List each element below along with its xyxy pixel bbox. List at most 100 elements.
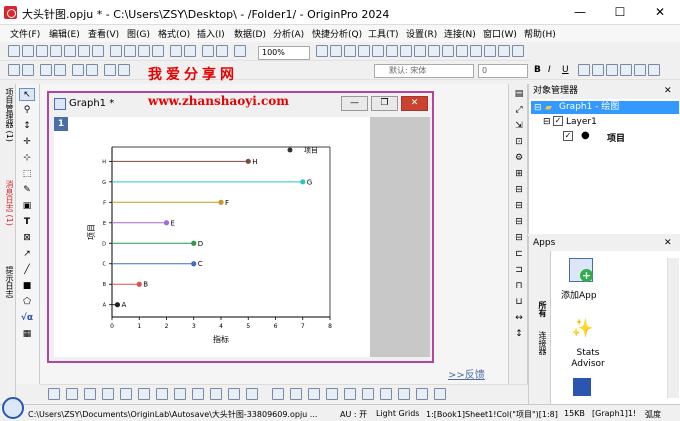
area-plot-icon[interactable]: [138, 388, 150, 400]
fit-page-icon[interactable]: ⊡: [511, 136, 527, 149]
extract-icon[interactable]: ⇲: [511, 120, 527, 133]
menu-analysis[interactable]: 分析(A): [273, 27, 304, 40]
zoom-select[interactable]: 100%: [258, 46, 310, 60]
search-icon[interactable]: [2, 397, 24, 419]
same-height-icon[interactable]: ↕: [511, 328, 527, 341]
line-plot-icon[interactable]: [48, 388, 60, 400]
align-text-center-icon[interactable]: [290, 388, 302, 400]
pointer-tool-icon[interactable]: ↖: [19, 88, 35, 101]
menu-insert[interactable]: 插入(I): [197, 27, 225, 40]
plot-setup-icon[interactable]: [470, 45, 482, 57]
menu-view[interactable]: 查看(V): [88, 27, 119, 40]
results-log-icon[interactable]: [386, 45, 398, 57]
superscript-icon[interactable]: [578, 64, 590, 76]
project-explorer-icon[interactable]: [400, 45, 412, 57]
command-window-icon[interactable]: [358, 45, 370, 57]
feedback-link[interactable]: >>反馈: [448, 366, 485, 381]
line-style-icon[interactable]: [344, 388, 356, 400]
back-icon[interactable]: [8, 64, 20, 76]
code-builder-icon[interactable]: [372, 45, 384, 57]
legend-symbol[interactable]: [287, 147, 293, 153]
add-app-label[interactable]: 添加App: [561, 288, 597, 301]
greek-icon[interactable]: [606, 64, 618, 76]
timestamp-icon[interactable]: [498, 45, 510, 57]
menu-edit[interactable]: 编辑(E): [49, 27, 80, 40]
apps-icon[interactable]: [414, 45, 426, 57]
new-project-icon[interactable]: [8, 45, 20, 57]
layer-checkbox[interactable]: ✓: [553, 116, 563, 126]
unmask-icon[interactable]: [54, 64, 66, 76]
stats-advisor-label[interactable]: Stats Advisor: [563, 348, 613, 370]
lollipop-point[interactable]: [163, 220, 170, 226]
lollipop-point[interactable]: [245, 158, 251, 164]
menu-help[interactable]: 帮助(H): [524, 27, 556, 40]
column-plot-icon[interactable]: [102, 388, 114, 400]
legend-label[interactable]: 项目: [304, 147, 318, 155]
menu-settings[interactable]: 设置(R): [406, 27, 437, 40]
script-window-icon[interactable]: [344, 45, 356, 57]
tree-item-graph[interactable]: Graph1 - 绘图: [531, 101, 679, 114]
align-left-icon[interactable]: ⊏: [511, 248, 527, 261]
sort-icon[interactable]: [72, 64, 84, 76]
multi-panel-icon[interactable]: [228, 388, 240, 400]
align-top-icon[interactable]: ⊓: [511, 280, 527, 293]
status-angle-unit[interactable]: 弧度: [645, 409, 661, 420]
status-grid[interactable]: Light Grids: [376, 409, 419, 418]
graph-restore-button[interactable]: ❐: [371, 96, 398, 111]
new-graph-icon[interactable]: [36, 45, 48, 57]
menu-format[interactable]: 格式(O): [158, 27, 190, 40]
color-scale-icon[interactable]: [512, 45, 524, 57]
graph-close-button[interactable]: ✕: [401, 96, 428, 111]
refresh-icon[interactable]: [316, 45, 328, 57]
tab-project-explorer[interactable]: 项目管理器 (1): [2, 88, 14, 142]
contour-plot-icon[interactable]: [192, 388, 204, 400]
duplicate-icon[interactable]: [330, 45, 342, 57]
font-size-select[interactable]: 0: [478, 64, 528, 78]
template-library-icon[interactable]: [246, 388, 258, 400]
new-workbook-icon[interactable]: [22, 45, 34, 57]
polygon-tool-icon[interactable]: ⬠: [19, 296, 35, 309]
layer-content-icon[interactable]: [456, 45, 468, 57]
align-bottom-icon[interactable]: ⊔: [511, 296, 527, 309]
save-icon[interactable]: [170, 45, 182, 57]
menu-tools[interactable]: 工具(T): [368, 27, 399, 40]
scale-tool-icon[interactable]: ↕: [19, 120, 35, 133]
bar-plot-icon[interactable]: [120, 388, 132, 400]
tab-all-apps[interactable]: 所有: [535, 301, 547, 317]
menu-graph[interactable]: 图(G): [127, 27, 150, 40]
app-icon[interactable]: [573, 378, 591, 396]
lollipop-point[interactable]: [114, 302, 121, 308]
layer-number-badge[interactable]: 1: [54, 117, 68, 131]
add-right-y-icon[interactable]: ⊟: [511, 232, 527, 245]
align-text-left-icon[interactable]: [272, 388, 284, 400]
bold-button[interactable]: B: [534, 65, 541, 75]
graph-window[interactable]: Graph1 * — ❐ ✕ 0 1 2 3 4 5 6 7 8 A A B B C C D D E E F F G G H H…: [47, 91, 434, 363]
open-code-icon[interactable]: [152, 45, 164, 57]
x-axis-title[interactable]: 指标: [213, 334, 229, 344]
mask-icon[interactable]: [40, 64, 52, 76]
legend-icon[interactable]: [484, 45, 496, 57]
y-axis-title[interactable]: 项目: [87, 224, 96, 240]
lollipop-point[interactable]: [191, 240, 197, 246]
add-top-x-icon[interactable]: ⊟: [511, 200, 527, 213]
import-wizard-icon[interactable]: [216, 45, 228, 57]
same-width-icon[interactable]: ↔: [511, 312, 527, 325]
line-tool-icon[interactable]: ╱: [19, 264, 35, 277]
line-color-icon[interactable]: [326, 388, 338, 400]
plot-checkbox[interactable]: ✓: [563, 131, 573, 141]
lock-icon[interactable]: [104, 64, 116, 76]
import-icon[interactable]: [202, 45, 214, 57]
collapse-layer-icon[interactable]: ⊟: [543, 117, 551, 127]
maximize-button[interactable]: ☐: [600, 3, 640, 22]
graph-minimize-button[interactable]: —: [341, 96, 368, 111]
lollipop-point[interactable]: [136, 281, 142, 287]
new-function-icon[interactable]: [92, 45, 104, 57]
annotation-tool-icon[interactable]: ⊠: [19, 232, 35, 245]
graph-page[interactable]: 0 1 2 3 4 5 6 7 8 A A B B C C D D E E F F G G H H 指标 项目 项目: [54, 117, 370, 357]
close-button[interactable]: ✕: [640, 3, 680, 22]
add-bottom-x-icon[interactable]: ⊟: [511, 184, 527, 197]
add-left-y-icon[interactable]: ⊟: [511, 216, 527, 229]
tree-item-layer[interactable]: Layer1: [566, 117, 597, 127]
font-color-icon[interactable]: [620, 64, 632, 76]
symbol-size-icon[interactable]: [416, 388, 428, 400]
